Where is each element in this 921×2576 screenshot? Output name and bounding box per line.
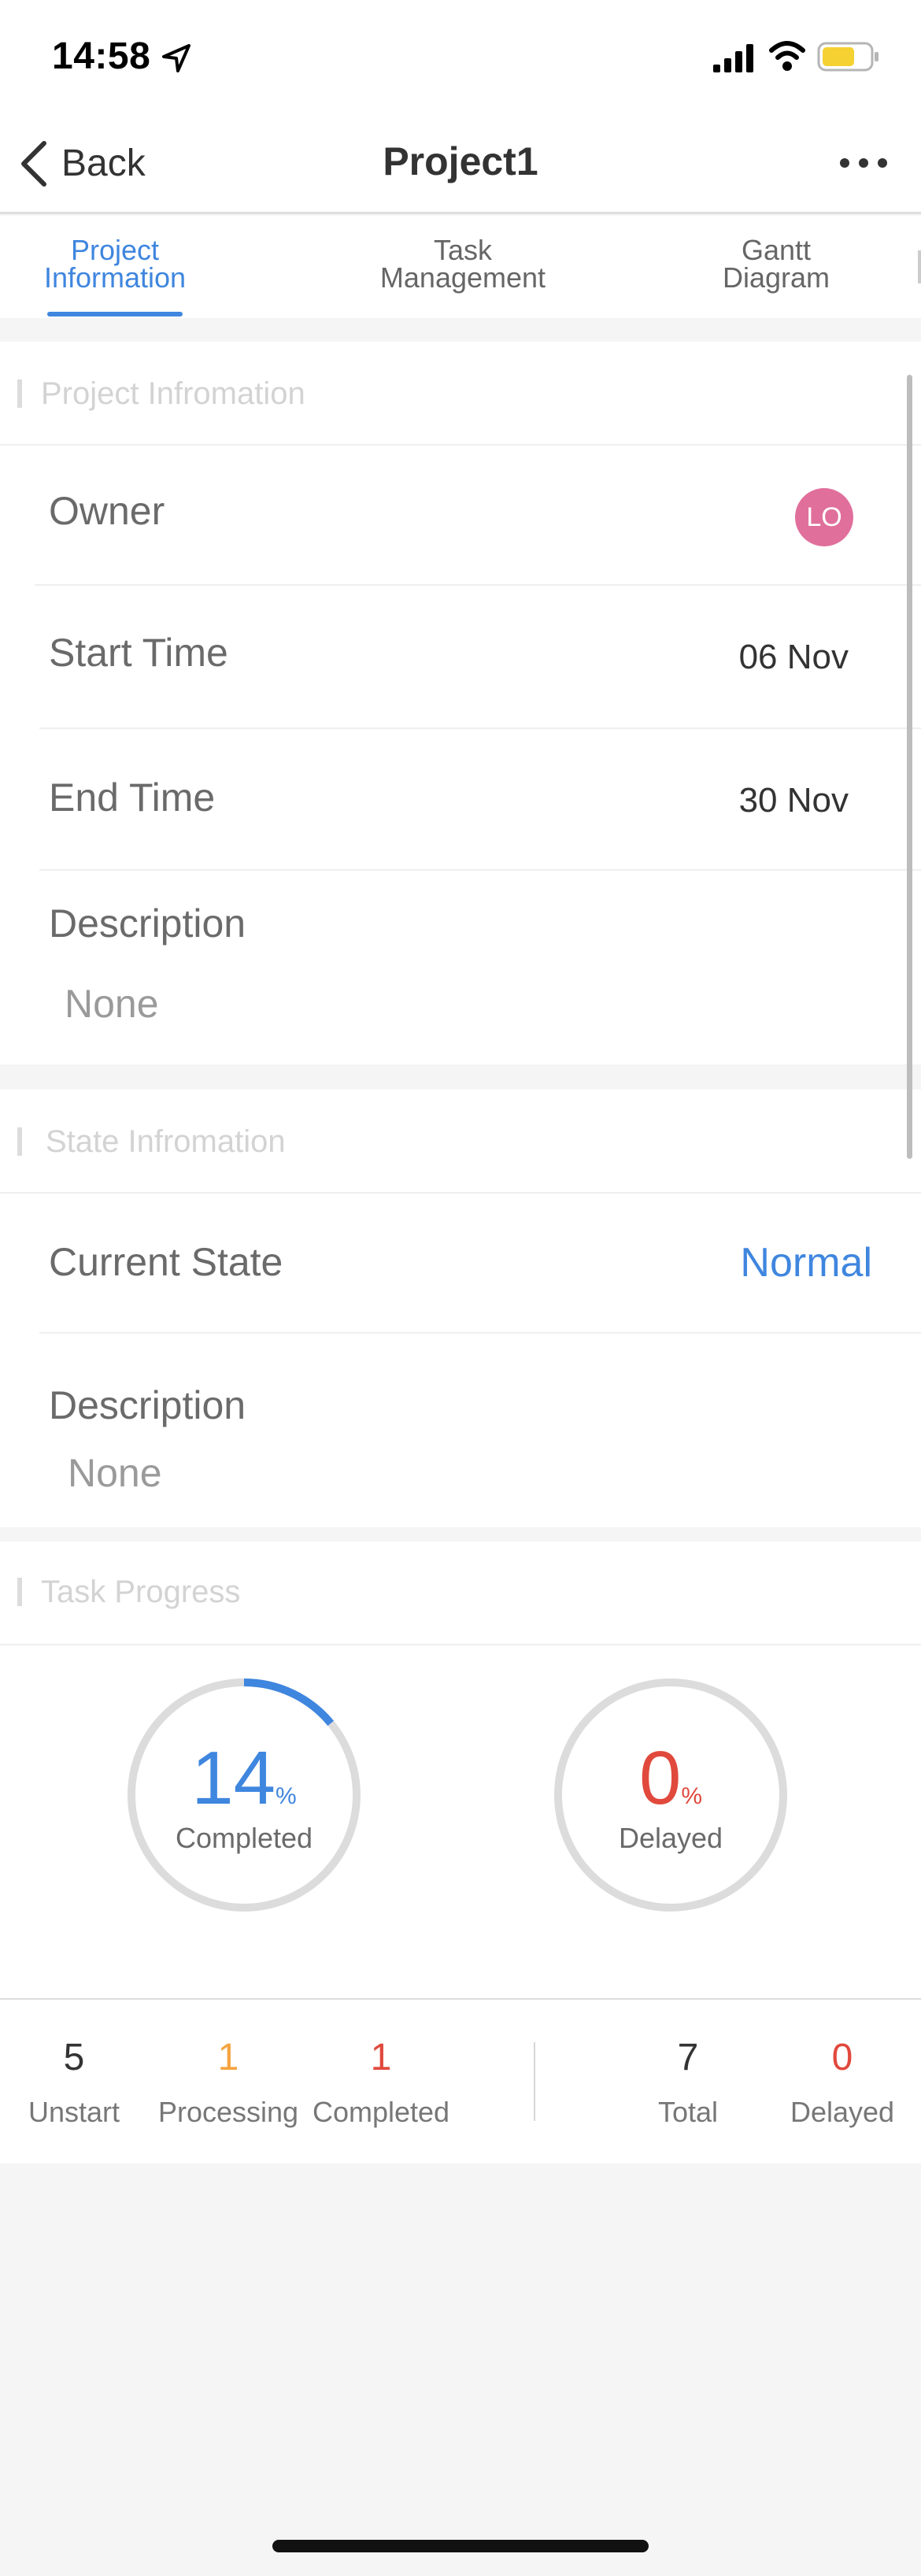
completed-percent: 14% xyxy=(126,1735,362,1822)
active-tab-indicator xyxy=(47,312,183,316)
section-header: Task Progress xyxy=(0,1542,921,1645)
wifi-icon xyxy=(769,41,805,71)
section-marker xyxy=(17,379,22,408)
section-header: State Infromation xyxy=(0,1090,921,1194)
state-description-value: None xyxy=(68,1451,162,1495)
tab-label-line1: Project xyxy=(70,234,160,266)
description-label: Description xyxy=(49,901,246,946)
scrollbar[interactable] xyxy=(907,375,912,1159)
tab-label-line2: Diagram xyxy=(722,261,830,294)
location-arrow-icon xyxy=(162,44,190,72)
percent-unit: % xyxy=(681,1783,703,1809)
tab-label-line1: Gantt xyxy=(741,234,812,266)
delayed-percent-value: 0 xyxy=(638,1736,682,1820)
description-value: None xyxy=(65,982,159,1026)
stat-completed-label: Completed xyxy=(312,2096,450,2128)
divider xyxy=(39,869,921,871)
completed-ring-label: Completed xyxy=(175,1822,313,1854)
start-time-label: Start Time xyxy=(49,631,228,675)
stat-delayed-value: 0 xyxy=(831,2037,853,2078)
tab-label-line2: Information xyxy=(43,261,187,294)
start-time-value[interactable]: 06 Nov xyxy=(675,638,849,677)
tab-overflow-edge xyxy=(918,250,921,283)
current-state-label: Current State xyxy=(49,1240,283,1284)
section-title: Task Progress xyxy=(41,1575,241,1609)
tab-gantt-diagram[interactable]: Gantt Diagram xyxy=(697,234,855,294)
divider xyxy=(39,1332,921,1334)
stat-total-label: Total xyxy=(657,2096,719,2128)
percent-unit: % xyxy=(276,1783,297,1809)
status-time: 14:58 xyxy=(52,35,151,77)
section-marker xyxy=(17,1127,22,1156)
section-title: State Infromation xyxy=(46,1124,286,1159)
stat-processing-value: 1 xyxy=(217,2037,239,2078)
section-title: Project Infromation xyxy=(41,376,305,411)
delayed-percent: 0% xyxy=(553,1735,789,1822)
end-time-label: End Time xyxy=(49,775,216,820)
delayed-ring-label: Delayed xyxy=(618,1822,723,1854)
owner-avatar[interactable]: LO xyxy=(795,488,853,546)
page-title: Project1 xyxy=(383,139,538,183)
stat-delayed-label: Delayed xyxy=(790,2096,895,2128)
tab-task-management[interactable]: Task Management xyxy=(356,234,570,294)
end-time-value[interactable]: 30 Nov xyxy=(675,781,849,820)
stat-unstart-label: Unstart xyxy=(28,2096,120,2128)
project-info-section: Project Infromation xyxy=(0,342,921,1064)
current-state-value[interactable]: Normal xyxy=(653,1239,872,1286)
more-options-icon[interactable] xyxy=(839,157,888,168)
battery-icon xyxy=(817,42,878,72)
section-marker xyxy=(17,1578,22,1606)
section-header: Project Infromation xyxy=(0,342,921,446)
divider xyxy=(35,584,921,586)
tab-label-line2: Management xyxy=(379,261,546,294)
task-stats-bar xyxy=(0,1998,921,2163)
stat-unstart-value: 5 xyxy=(63,2037,85,2078)
home-indicator[interactable] xyxy=(272,2540,649,2552)
tab-label-line1: Task xyxy=(433,234,493,266)
divider xyxy=(39,727,921,729)
owner-label: Owner xyxy=(49,489,165,533)
stat-processing-label: Processing xyxy=(157,2096,299,2128)
stats-separator xyxy=(534,2042,535,2121)
cellular-signal-icon xyxy=(713,44,753,72)
completed-percent-value: 14 xyxy=(191,1736,276,1820)
stat-completed-value: 1 xyxy=(370,2037,392,2078)
tab-project-information[interactable]: Project Information xyxy=(31,234,198,294)
state-description-label: Description xyxy=(49,1383,246,1427)
stat-total-value: 7 xyxy=(677,2037,699,2078)
